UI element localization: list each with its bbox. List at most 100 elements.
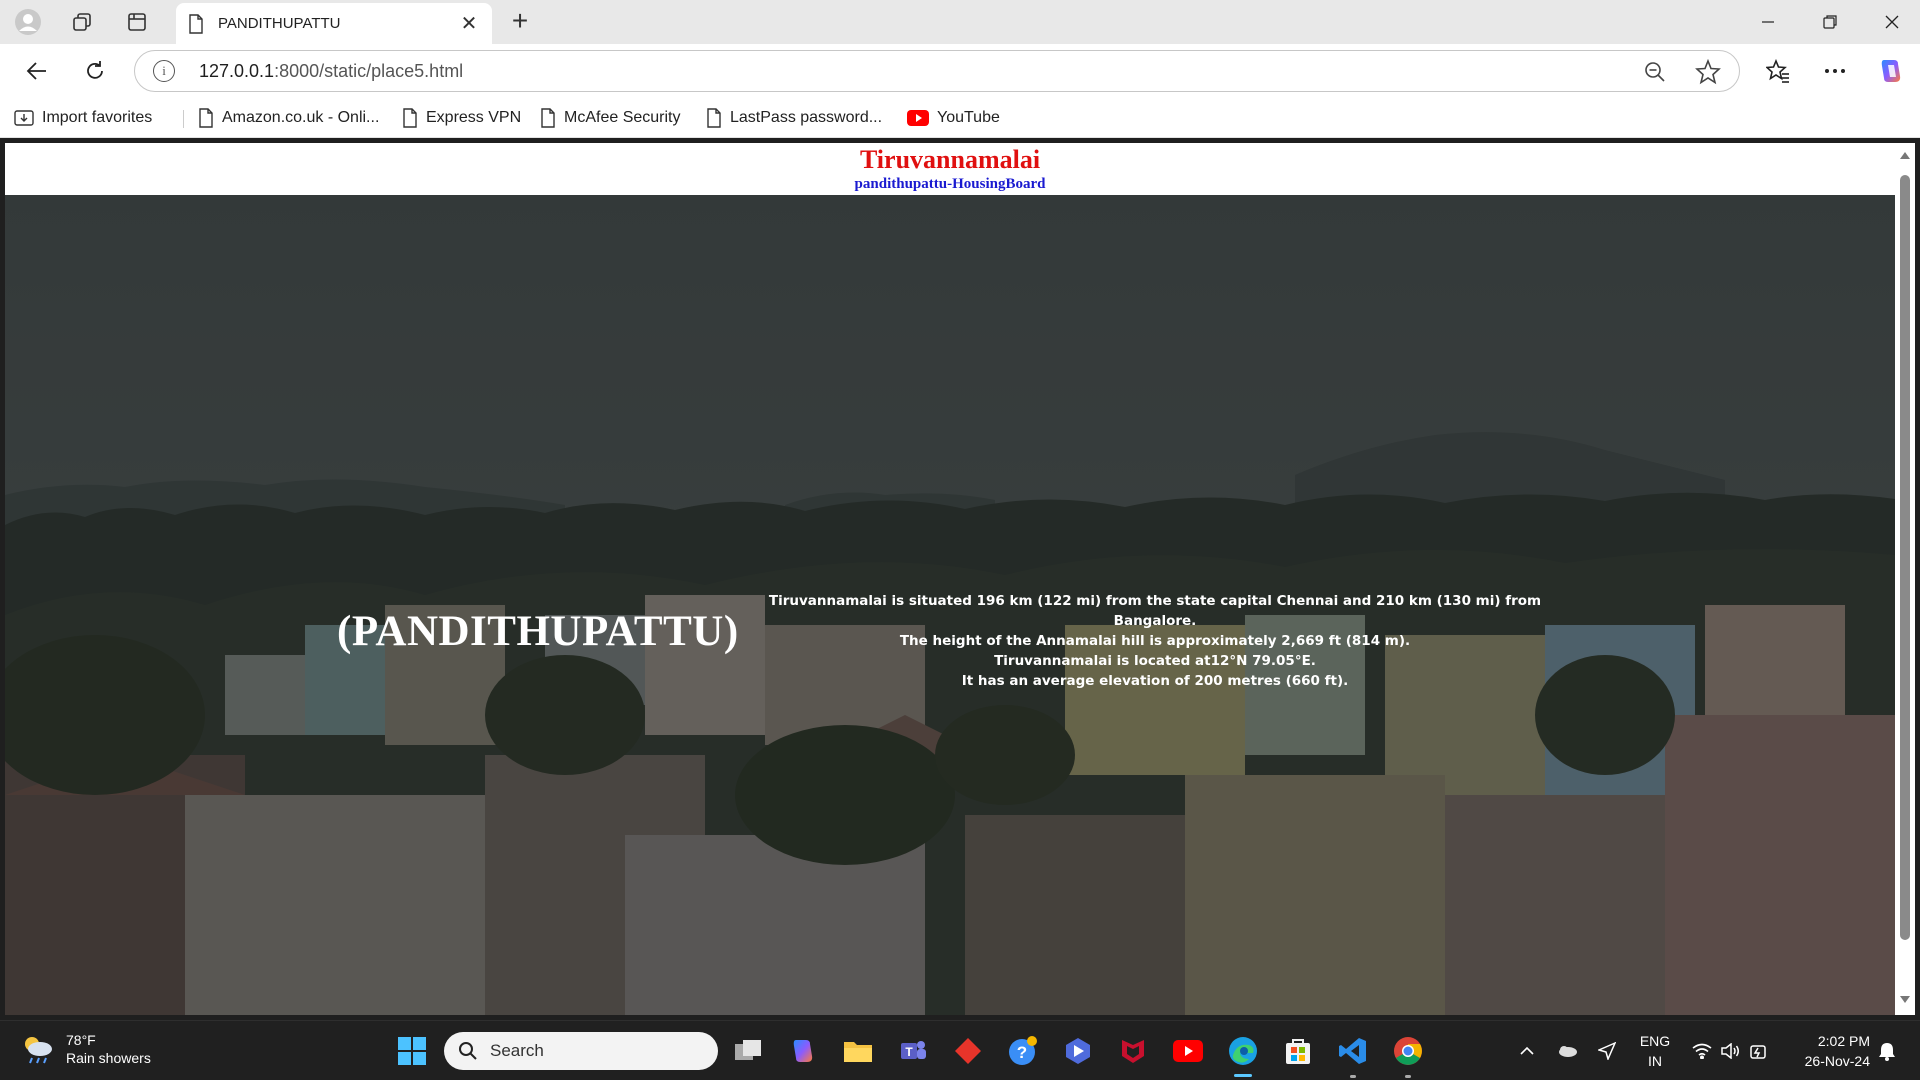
search-icon [459,1042,477,1060]
chevron-up-icon [1520,1046,1534,1055]
svg-text:?: ? [1017,1043,1027,1062]
fav-label: McAfee Security [564,109,681,126]
speaker-icon [1721,1043,1739,1059]
red-diamond-icon [955,1038,981,1064]
hero-section: (PANDITHUPATTU) Tiruvannamalai is situat… [5,195,1895,1015]
show-hidden-icons-button[interactable] [1514,1021,1540,1080]
add-favorite-star-icon[interactable] [1695,59,1721,85]
fav-label: Import favorites [42,109,153,126]
teams-button[interactable]: T [895,1033,931,1069]
onedrive-tray-button[interactable] [1554,1021,1580,1080]
battery-tray-button[interactable] [1746,1021,1770,1080]
youtube-taskbar-button[interactable] [1170,1033,1206,1069]
back-arrow-icon [26,62,46,80]
scrollbar-thumb[interactable] [1900,175,1910,940]
location-tray-button[interactable] [1594,1021,1620,1080]
page-icon [199,108,213,128]
mcafee-shield-icon [1122,1040,1144,1063]
edge-button[interactable] [1225,1033,1261,1069]
fav-amazon[interactable]: Amazon.co.uk - Onli... [198,106,379,130]
scroll-up-arrow-icon[interactable] [1899,150,1911,160]
copilot-icon [793,1040,813,1062]
fav-label: Amazon.co.uk - Onli... [222,109,380,126]
tab-actions-icon[interactable] [117,6,157,38]
import-icon [14,110,34,126]
copilot-button[interactable] [1871,51,1911,91]
folder-icon [844,1042,872,1062]
restore-button[interactable] [1799,0,1861,44]
minimize-icon [1762,21,1774,23]
new-tab-button[interactable]: + [504,6,536,38]
clock-time: 2:02 PM [1817,1033,1870,1049]
rain-cloud-icon [25,1037,52,1064]
copilot-icon [1881,60,1901,82]
fav-lastpass[interactable]: LastPass password... [706,106,882,130]
minimize-button[interactable] [1737,0,1799,44]
close-window-button[interactable] [1861,0,1920,44]
page-icon [189,13,203,34]
close-tab-icon[interactable]: ✕ [458,11,480,36]
language-indicator[interactable]: ENG IN [1632,1031,1678,1071]
microsoft-store-button[interactable] [1280,1033,1316,1069]
app-red-diamond-button[interactable] [950,1033,986,1069]
url-text[interactable]: 127.0.0.1:8000/static/place5.html [199,61,463,82]
fav-express-vpn[interactable]: Express VPN [402,106,521,130]
copilot-taskbar-button[interactable] [785,1033,821,1069]
page-subtitle: pandithupattu-HousingBoard [854,176,1046,192]
profile-icon[interactable] [8,6,48,38]
address-bar[interactable]: i 127.0.0.1:8000/static/place5.html [134,50,1740,92]
fav-mcafee-security[interactable]: McAfee Security [540,106,680,130]
workspaces-icon[interactable] [62,6,102,38]
tab-title: PANDITHUPATTU [218,15,341,32]
favorites-icon [1766,59,1789,83]
refresh-button[interactable] [75,51,115,91]
windows-logo-icon [398,1037,426,1065]
notifications-button[interactable] [1874,1021,1900,1080]
fav-label: LastPass password... [730,109,883,126]
zoom-out-icon[interactable] [1643,60,1667,84]
weather-desc: Rain showers [66,1050,151,1066]
restore-icon [1823,15,1837,29]
clock[interactable]: 2:02 PM 26-Nov-24 [1790,1031,1870,1071]
get-help-button[interactable]: ? [1005,1033,1041,1069]
app-hexagon-button[interactable] [1060,1033,1096,1069]
file-explorer-button[interactable] [840,1033,876,1069]
edge-active-indicator [1234,1074,1252,1077]
refresh-icon [87,61,103,79]
teams-icon: T [901,1041,926,1059]
tab-active[interactable]: PANDITHUPATTU ✕ [176,3,492,44]
weather-widget[interactable]: 78°F Rain showers [20,1031,151,1067]
chrome-button[interactable] [1390,1033,1426,1069]
start-button[interactable] [394,1033,430,1069]
vscode-icon [1339,1038,1366,1064]
fav-youtube[interactable]: YouTube [907,106,1000,130]
scroll-down-arrow-icon[interactable] [1899,995,1911,1005]
more-dots-icon [1825,69,1845,73]
volume-tray-button[interactable] [1718,1021,1742,1080]
page-header: Tiruvannamalai pandithupattu-HousingBoar… [5,143,1895,195]
taskbar: 78°F Rain showers Search T ? ENG IN 2:02… [0,1020,1920,1080]
task-view-button[interactable] [730,1033,766,1069]
page-icon [403,108,417,128]
vscode-button[interactable] [1335,1033,1371,1069]
wifi-tray-button[interactable] [1690,1021,1714,1080]
weather-temp: 78°F [66,1032,96,1048]
taskbar-search[interactable]: Search [444,1032,718,1070]
site-info-icon[interactable]: i [153,60,175,82]
navigation-bar: i 127.0.0.1:8000/static/place5.html [0,44,1920,98]
chrome-running-indicator [1405,1075,1411,1078]
favorites-divider [183,110,184,128]
hero-line: Tiruvannamalai is located at12°N 79.05°E… [994,653,1316,669]
hero-description: Tiruvannamalai is situated 196 km (122 m… [745,591,1565,691]
help-icon: ? [1009,1036,1037,1065]
fav-label: Express VPN [426,109,522,126]
wifi-icon [1692,1043,1712,1059]
tab-bar: PANDITHUPATTU ✕ + [0,0,1920,44]
mcafee-button[interactable] [1115,1033,1151,1069]
favorites-button[interactable] [1758,51,1798,91]
region-code: IN [1648,1053,1662,1069]
settings-more-button[interactable] [1815,51,1855,91]
bell-icon [1879,1043,1895,1061]
back-button[interactable] [17,51,57,91]
fav-import-favorites[interactable]: Import favorites [14,106,152,130]
